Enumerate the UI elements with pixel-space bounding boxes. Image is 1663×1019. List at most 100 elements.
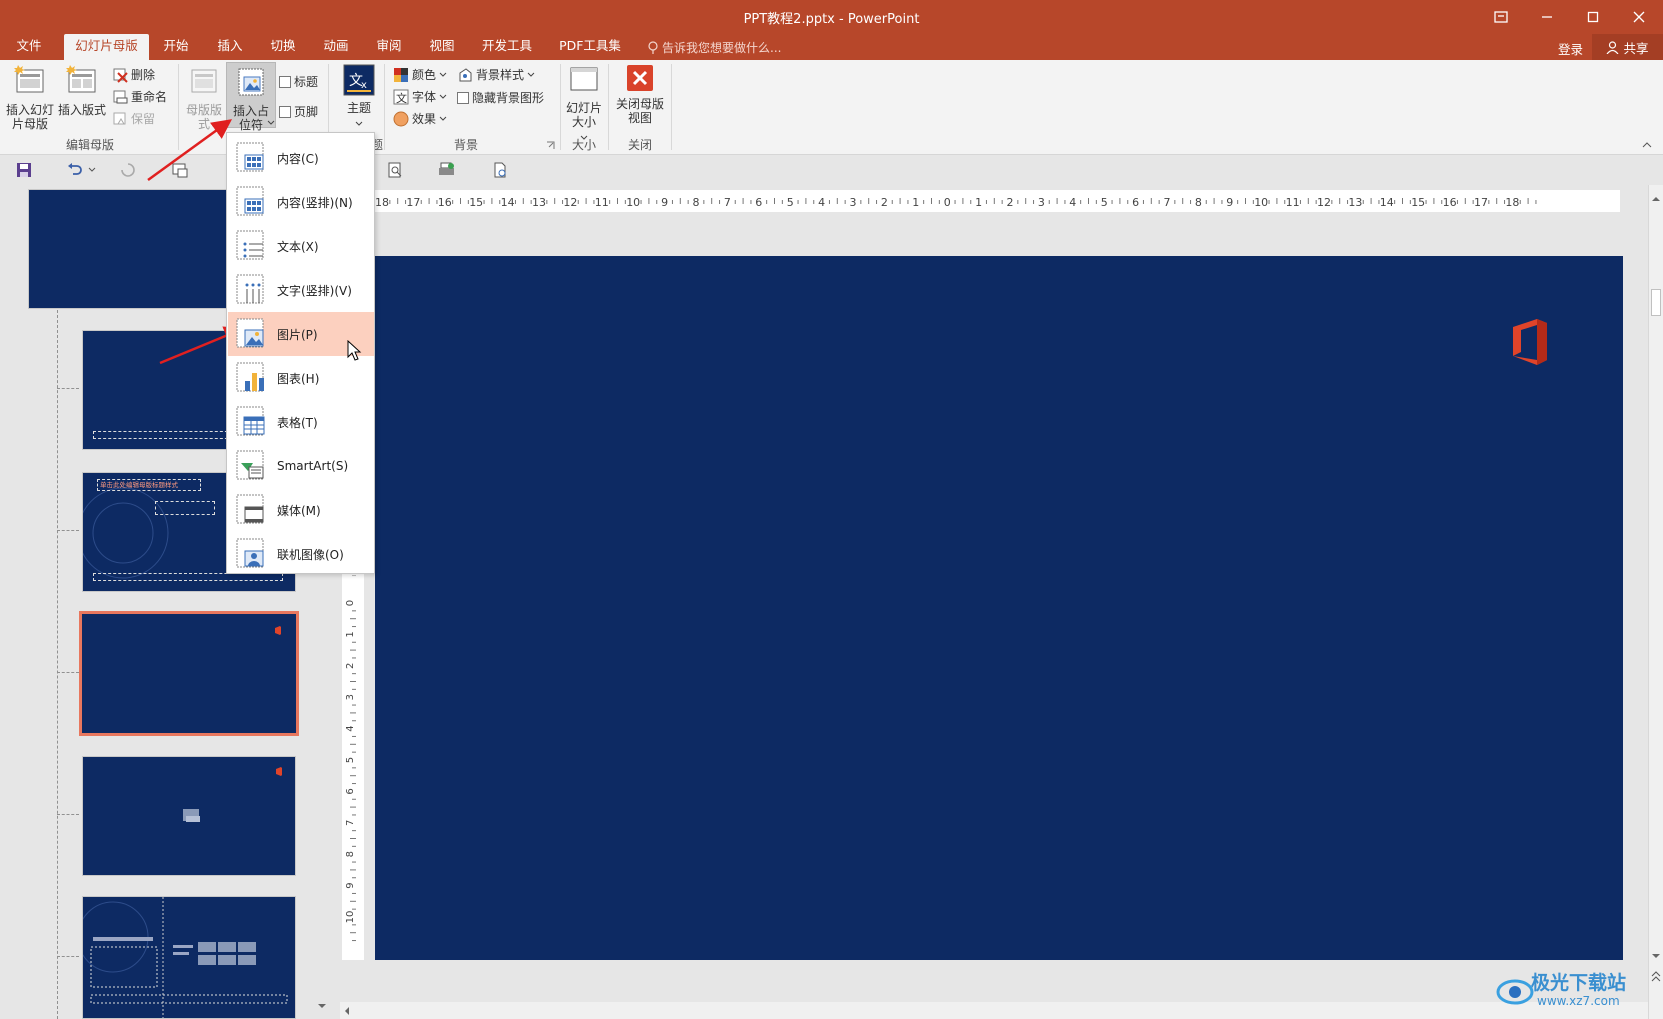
share-button[interactable]: 共享 — [1592, 34, 1663, 60]
delete-button[interactable]: 删除 — [112, 66, 155, 83]
present-from-start-icon[interactable] — [172, 162, 188, 178]
close-master-view-button[interactable]: 关闭母版视图 — [612, 64, 668, 125]
close-window-icon[interactable] — [1616, 0, 1662, 34]
office-logo-icon — [276, 767, 282, 776]
tell-me-search[interactable]: 告诉我您想要做什么... — [648, 39, 781, 56]
ruler-tick-label: 8 — [345, 851, 356, 857]
ribbon-separator — [384, 64, 385, 150]
fonts-dropdown[interactable]: 文 字体 — [393, 88, 447, 105]
layout-connector-line — [57, 530, 79, 531]
share-label: 共享 — [1623, 40, 1649, 56]
undo-icon[interactable] — [66, 162, 84, 178]
scrollbar-thumb[interactable] — [1651, 289, 1661, 316]
ruler-tick-label: 13 — [1348, 196, 1362, 209]
tab-file[interactable]: 文件 — [8, 34, 50, 60]
svg-text:x: x — [361, 80, 367, 91]
layout-thumbnail-4[interactable] — [82, 756, 296, 876]
rename-button[interactable]: 重命名 — [112, 88, 167, 105]
menu-item-content-vertical[interactable]: 内容(竖排)(N) — [228, 180, 374, 224]
insert-layout-button[interactable]: 插入版式 — [57, 64, 107, 117]
ruler-tick-label: 10 — [626, 196, 640, 209]
picture-placeholder-icon — [236, 318, 264, 348]
tab-home[interactable]: 开始 — [158, 34, 194, 60]
save-icon[interactable] — [16, 162, 32, 178]
delete-icon — [113, 68, 128, 83]
tab-developer[interactable]: 开发工具 — [478, 34, 536, 60]
ruler-tick-label: 15 — [1411, 196, 1425, 209]
ruler-tick-label: 13 — [532, 196, 546, 209]
document-icon[interactable] — [492, 162, 508, 178]
ruler-tick-label: 9 — [1226, 196, 1233, 209]
scroll-down-arrow-icon[interactable] — [317, 1003, 327, 1009]
horizontal-scrollbar[interactable] — [340, 1002, 1648, 1019]
insert-slide-master-icon — [14, 65, 44, 93]
preserve-button[interactable]: 保留 — [112, 110, 155, 127]
ruler-tick-label: 9 — [661, 196, 668, 209]
title-checkbox-box[interactable] — [279, 75, 291, 88]
tab-insert[interactable]: 插入 — [212, 34, 248, 60]
tab-animations[interactable]: 动画 — [318, 34, 354, 60]
background-styles-dropdown[interactable]: 背景样式 — [457, 66, 535, 83]
footer-checkbox[interactable]: 页脚 — [279, 103, 318, 120]
collapse-ribbon-icon[interactable] — [1642, 142, 1652, 148]
watermark-url: www.xz7.com — [1537, 994, 1620, 1008]
scroll-up-arrow-icon[interactable] — [1651, 196, 1661, 202]
tab-pdf-tools[interactable]: PDF工具集 — [555, 34, 625, 60]
menu-item-text-vertical[interactable]: 文字(竖排)(V) — [228, 268, 374, 312]
master-layout-label: 母版版式 — [186, 103, 223, 131]
scroll-left-arrow-icon[interactable] — [344, 1006, 350, 1016]
login-link[interactable]: 登录 — [1558, 39, 1583, 58]
tab-review[interactable]: 审阅 — [371, 34, 407, 60]
layout-thumbnail-3-selected[interactable] — [79, 611, 299, 736]
footer-checkbox-box[interactable] — [279, 105, 291, 118]
chevron-down-icon[interactable] — [88, 167, 96, 172]
hide-background-graphics-box[interactable] — [457, 91, 469, 104]
print-preview-icon[interactable] — [387, 162, 403, 178]
thumbnail-subtitle-placeholder — [155, 501, 215, 515]
effects-dropdown[interactable]: 效果 — [393, 110, 447, 127]
layout-connector-line — [57, 956, 79, 957]
minimize-icon[interactable] — [1524, 0, 1570, 34]
menu-item-table[interactable]: 表格(T) — [228, 400, 374, 444]
menu-item-smartart-label: SmartArt(S) — [277, 459, 349, 473]
theme-button[interactable]: 文 x 主题 — [336, 64, 382, 129]
layout-connector-line — [57, 672, 79, 673]
ruler-tick-label: 4 — [345, 725, 356, 731]
insert-slide-master-button[interactable]: 插入幻灯片母版 — [4, 64, 56, 131]
menu-item-media[interactable]: 媒体(M) — [228, 488, 374, 532]
menu-item-text[interactable]: 文本(X) — [228, 224, 374, 268]
menu-item-table-label: 表格(T) — [277, 415, 318, 430]
menu-item-chart[interactable]: 图表(H) — [228, 356, 374, 400]
insert-layout-label: 插入版式 — [57, 103, 106, 117]
tab-slide-master[interactable]: 幻灯片母版 — [64, 34, 149, 60]
menu-item-online-image[interactable]: 联机图像(O) — [228, 532, 374, 576]
title-checkbox[interactable]: 标题 — [279, 73, 318, 90]
layout-thumbnail-5[interactable] — [82, 896, 296, 1019]
ribbon-separator — [671, 64, 672, 150]
colors-dropdown[interactable]: 颜色 — [393, 66, 447, 83]
thumbnail-title-placeholder: 单击此处编辑母版标题样式 — [97, 479, 201, 491]
menu-item-text-label: 文本(X) — [277, 239, 319, 254]
tab-view[interactable]: 视图 — [424, 34, 460, 60]
ruler-tick-label: 7 — [724, 196, 731, 209]
master-layout-button[interactable]: 母版版式 — [186, 64, 222, 131]
menu-item-smartart[interactable]: SmartArt(S) — [228, 444, 374, 488]
maximize-icon[interactable] — [1570, 0, 1616, 34]
ribbon-separator — [560, 64, 561, 150]
powerpoint-window: PPT教程2.pptx - PowerPoint 文件 幻灯片母版 开始 插入 … — [0, 0, 1663, 1019]
quick-print-icon[interactable] — [438, 162, 456, 178]
insert-placeholder-button[interactable]: 插入占位符 — [226, 62, 276, 132]
scroll-down-arrow-icon[interactable] — [1651, 953, 1661, 959]
current-slide-canvas[interactable] — [375, 256, 1623, 960]
menu-item-content[interactable]: 内容(C) — [228, 136, 374, 180]
tab-transitions[interactable]: 切换 — [265, 34, 301, 60]
redo-icon[interactable] — [120, 162, 136, 178]
ruler-tick-label: 17 — [406, 196, 420, 209]
ribbon-display-options-icon[interactable] — [1478, 0, 1524, 34]
content-vertical-placeholder-icon — [236, 186, 264, 216]
slide-size-button[interactable]: 幻灯片大小 — [564, 64, 604, 143]
hide-background-graphics-checkbox[interactable]: 隐藏背景图形 — [457, 89, 544, 106]
dialog-launcher-icon[interactable] — [546, 141, 555, 150]
lightbulb-icon — [648, 40, 658, 54]
vertical-scrollbar[interactable] — [1648, 185, 1663, 1019]
